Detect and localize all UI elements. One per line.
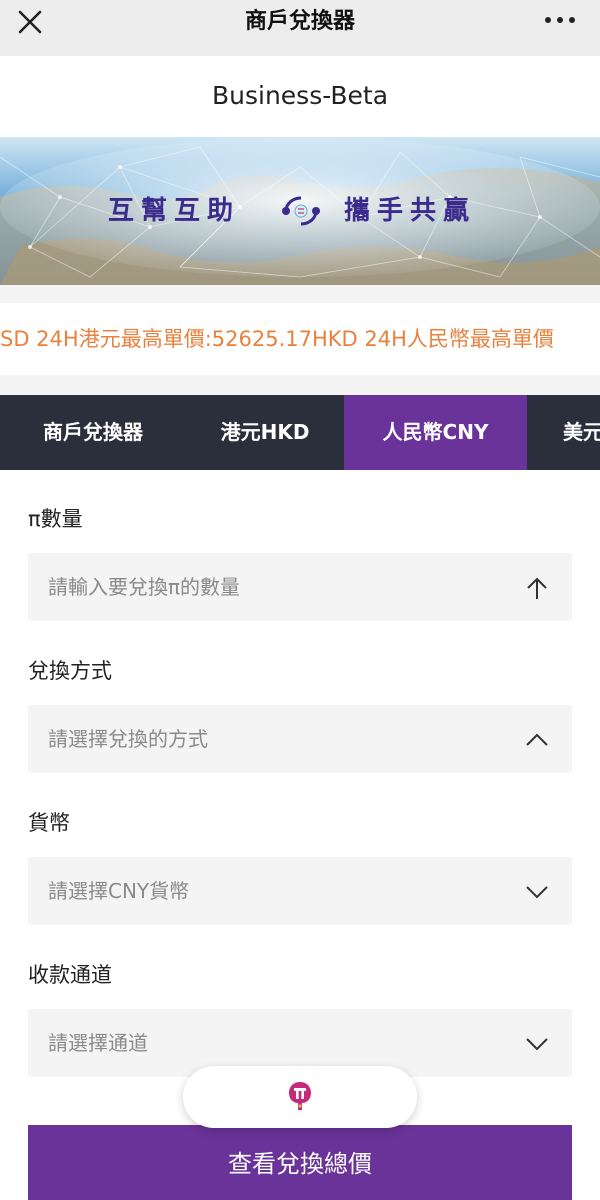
top-nav-bar: 商戶兌換器 <box>0 0 600 56</box>
chevron-down-icon <box>526 1038 548 1051</box>
banner-slogan-left: 互幫互助 <box>108 196 241 226</box>
tab-merchant-exchanger[interactable]: 商戶兌換器 <box>0 395 186 470</box>
chevron-down-icon <box>526 886 548 899</box>
quantity-input[interactable]: 請輸入要兌換π的數量 <box>28 553 572 621</box>
currency-placeholder: 請選擇CNY貨幣 <box>48 879 190 903</box>
ticker-text: SD 24H港元最高單價:52625.17HKD 24H人民幣最高單價 <box>0 327 554 351</box>
quantity-placeholder: 請輸入要兌換π的數量 <box>48 575 241 599</box>
channel-label: 收款通道 <box>28 963 112 987</box>
currency-select[interactable]: 請選擇CNY貨幣 <box>28 857 572 925</box>
floating-app-button[interactable] <box>183 1066 417 1128</box>
tab-hkd[interactable]: 港元HKD <box>186 395 344 470</box>
channel-placeholder: 請選擇通道 <box>48 1031 148 1055</box>
brand-title: Business-Beta <box>0 56 600 136</box>
method-select[interactable]: 請選擇兌換的方式 <box>28 705 572 773</box>
pi-app-logo-icon <box>289 1082 311 1110</box>
arrow-up-icon <box>527 577 547 599</box>
more-options-icon[interactable] <box>542 6 578 34</box>
method-label: 兌換方式 <box>28 659 112 683</box>
section-divider <box>0 375 600 395</box>
price-ticker: SD 24H港元最高單價:52625.17HKD 24H人民幣最高單價 <box>0 303 600 375</box>
currency-label: 貨幣 <box>28 811 70 835</box>
method-placeholder: 請選擇兌換的方式 <box>48 727 208 751</box>
page-title: 商戶兌換器 <box>244 9 355 34</box>
currency-tabs: 商戶兌換器 港元HKD 人民幣CNY 美元 <box>0 395 600 470</box>
tab-cny[interactable]: 人民幣CNY <box>344 395 527 470</box>
section-divider <box>0 285 600 303</box>
tab-usd[interactable]: 美元 <box>527 395 600 470</box>
view-total-price-button[interactable]: 查看兌換總價 <box>28 1125 572 1200</box>
quantity-label: π數量 <box>28 507 83 531</box>
banner-slogan-right: 攜手共贏 <box>344 196 477 226</box>
exchange-arrows-logo-icon <box>282 196 320 226</box>
chevron-up-icon <box>526 733 548 746</box>
